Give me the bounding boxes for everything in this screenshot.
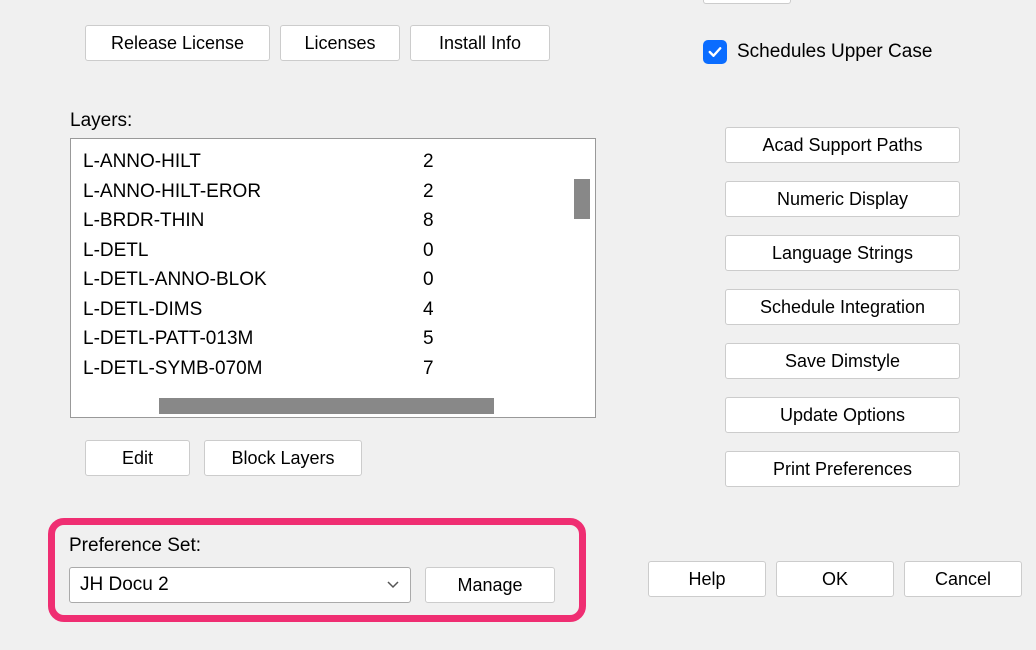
schedules-upper-case-label: Schedules Upper Case — [737, 41, 932, 63]
list-item[interactable]: L-ANNO-HILT-EROR 2 — [83, 177, 595, 207]
acad-support-paths-button[interactable]: Acad Support Paths — [725, 127, 960, 163]
print-preferences-button[interactable]: Print Preferences — [725, 451, 960, 487]
schedules-upper-case-checkbox[interactable] — [703, 40, 727, 64]
layer-value: 0 — [423, 265, 503, 295]
list-item[interactable]: L-DETL-SYMB-070M 7 — [83, 354, 595, 384]
check-icon — [706, 43, 724, 61]
layer-value: 5 — [423, 324, 503, 354]
layer-name: L-ANNO-HILT-EROR — [83, 177, 423, 207]
layer-value: 0 — [423, 236, 503, 266]
release-license-button[interactable]: Release License — [85, 25, 270, 61]
language-strings-button[interactable]: Language Strings — [725, 235, 960, 271]
numeric-display-button[interactable]: Numeric Display — [725, 181, 960, 217]
layer-name: L-BRDR-THIN — [83, 206, 423, 236]
layer-value: 7 — [423, 354, 503, 384]
layers-listbox[interactable]: L-ANNO-HILT 2 L-ANNO-HILT-EROR 2 L-BRDR-… — [70, 138, 596, 418]
update-options-button[interactable]: Update Options — [725, 397, 960, 433]
list-item[interactable]: L-ANNO-HILT 2 — [83, 147, 595, 177]
edit-layers-button[interactable]: Edit — [85, 440, 190, 476]
ok-button[interactable]: OK — [776, 561, 894, 597]
preference-set-value: JH Docu 2 — [80, 574, 386, 596]
list-item[interactable]: L-DETL-ANNO-BLOK 0 — [83, 265, 595, 295]
licenses-button[interactable]: Licenses — [280, 25, 400, 61]
layer-name: L-DETL-ANNO-BLOK — [83, 265, 423, 295]
list-item[interactable]: L-DETL-DIMS 4 — [83, 295, 595, 325]
list-item[interactable]: L-DETL 0 — [83, 236, 595, 266]
layer-value: 2 — [423, 177, 503, 207]
list-item[interactable]: L-DETL-PATT-013M 5 — [83, 324, 595, 354]
cancel-button[interactable]: Cancel — [904, 561, 1022, 597]
preference-set-label: Preference Set: — [69, 535, 201, 557]
horizontal-scrollbar[interactable] — [159, 398, 494, 414]
layer-name: L-DETL-PATT-013M — [83, 324, 423, 354]
save-dimstyle-button[interactable]: Save Dimstyle — [725, 343, 960, 379]
schedule-integration-button[interactable]: Schedule Integration — [725, 289, 960, 325]
layer-name: L-DETL — [83, 236, 423, 266]
edit-top-button[interactable]: Edit — [703, 0, 791, 4]
layers-label: Layers: — [70, 110, 618, 132]
preference-set-highlight: Preference Set: JH Docu 2 Manage — [48, 518, 586, 622]
list-item[interactable]: L-BRDR-THIN 8 — [83, 206, 595, 236]
layer-value: 4 — [423, 295, 503, 325]
vertical-scrollbar[interactable] — [574, 179, 590, 219]
preference-set-dropdown[interactable]: JH Docu 2 — [69, 567, 411, 603]
help-button[interactable]: Help — [648, 561, 766, 597]
manage-button[interactable]: Manage — [425, 567, 555, 603]
layer-name: L-DETL-SYMB-070M — [83, 354, 423, 384]
layer-name: L-ANNO-HILT — [83, 147, 423, 177]
block-layers-button[interactable]: Block Layers — [204, 440, 362, 476]
layer-value: 2 — [423, 147, 503, 177]
layer-value: 8 — [423, 206, 503, 236]
chevron-down-icon — [386, 577, 400, 593]
install-info-button[interactable]: Install Info — [410, 25, 550, 61]
layer-name: L-DETL-DIMS — [83, 295, 423, 325]
